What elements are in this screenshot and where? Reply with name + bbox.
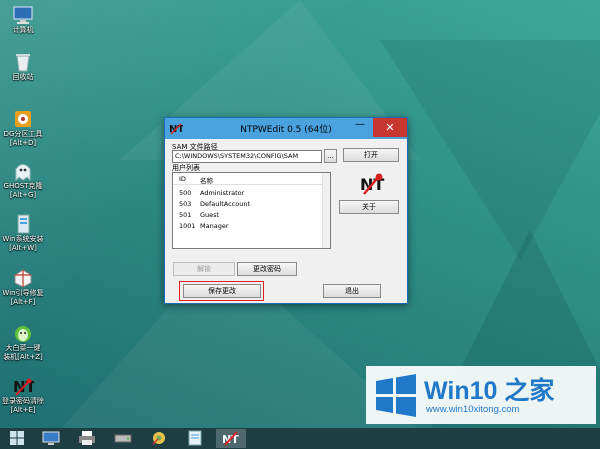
desktop-icon-label: Win系统安装 [2, 235, 44, 243]
wallpaper-facet [380, 40, 600, 260]
desktop-icon-recycle-bin[interactable]: 回收站 [0, 51, 46, 82]
user-list[interactable]: ID 名称 500 Administrator 503 DefaultAccou… [172, 172, 331, 249]
user-row[interactable]: 500 Administrator [173, 188, 330, 199]
one-key-install-icon [15, 326, 31, 342]
unlock-button[interactable]: 解锁 [173, 262, 235, 276]
taskbar-item-ntpwedit[interactable]: NT [216, 429, 246, 448]
taskbar-item-display[interactable] [36, 429, 66, 448]
recycle-bin-icon [16, 54, 30, 72]
change-password-button[interactable]: 更改密码 [237, 262, 297, 276]
sam-path-field[interactable]: C:\WINDOWS\SYSTEM32\CONFIG\SAM [172, 150, 322, 163]
taskbar: NT [0, 428, 600, 449]
computer-icon [13, 6, 33, 24]
display-icon [42, 431, 60, 445]
password-clear-icon: NT [13, 378, 34, 396]
printer-icon [79, 431, 95, 445]
start-icon [10, 431, 24, 445]
desktop-icon-shortcut: [Alt+F] [10, 298, 36, 306]
user-row[interactable]: 503 DefaultAccount [173, 199, 330, 210]
column-header-name: 名称 [200, 177, 213, 185]
taskbar-item-drive[interactable] [108, 429, 138, 448]
desktop-icon-label: 登录密码清除 [2, 397, 44, 405]
browse-button[interactable]: ... [324, 149, 337, 163]
desktop-icon-label: DG分区工具 [3, 130, 43, 138]
notepad-icon [188, 430, 202, 446]
user-name: Administrator [200, 189, 245, 197]
desktop-icon-boot-repair[interactable]: Win引导修复 [Alt+F] [0, 267, 46, 307]
watermark-brand: Win10 之家 [424, 377, 555, 405]
disk-tool-icon [15, 111, 31, 127]
windows-logo-icon [376, 374, 416, 417]
desktop-icon-label: GHOST克隆 [3, 182, 43, 190]
exit-button[interactable]: 退出 [323, 284, 381, 298]
desktop-icon-one-key-install[interactable]: 大白菜一键 装机[Alt+Z] [0, 322, 46, 362]
taskbar-item-tools[interactable] [144, 429, 174, 448]
desktop-icon-ghost[interactable]: GHOST克隆 [Alt+G] [0, 160, 46, 200]
minimize-button[interactable]: — [349, 118, 371, 137]
desktop-icon-win-install[interactable]: Win系统安装 [Alt+W] [0, 213, 46, 253]
title-bar[interactable]: NT NTPWEdit 0.5 (64位) — ✕ [165, 118, 407, 139]
user-id: 1001 [179, 222, 196, 230]
desktop-icon-label: 回收站 [12, 73, 34, 81]
desktop-icon-label: 计算机 [12, 26, 34, 34]
user-id: 503 [179, 200, 192, 208]
desktop-icon-label: 大白菜一键 [5, 344, 41, 352]
ntpwedit-window: NT NTPWEdit 0.5 (64位) — ✕ SAM 文件路径 C:\WI… [164, 117, 408, 304]
desktop-icon-shortcut: [Alt+W] [9, 244, 37, 252]
user-list-scrollbar[interactable] [322, 173, 330, 248]
about-button[interactable]: 关于 [339, 200, 399, 214]
taskbar-item-notepad[interactable] [180, 429, 210, 448]
drive-icon [114, 434, 132, 443]
win-install-icon [17, 214, 30, 234]
ntpwedit-icon: NT [222, 431, 239, 446]
desktop-icon-shortcut: [Alt+D] [9, 139, 37, 147]
highlight-box [179, 281, 264, 301]
user-id: 501 [179, 211, 192, 219]
user-id: 500 [179, 189, 192, 197]
user-row[interactable]: 501 Guest [173, 210, 330, 221]
desktop-icon-shortcut: [Alt+G] [9, 191, 37, 199]
user-row[interactable]: 1001 Manager [173, 221, 330, 232]
user-name: Guest [200, 211, 220, 219]
desktop-icon-label: Win引导修复 [2, 289, 44, 297]
desktop: 计算机 回收站 DG分区工具 [Alt+D] GHOST克隆 [Alt+G] W… [0, 0, 600, 428]
user-name: DefaultAccount [200, 200, 250, 208]
desktop-icon-shortcut: 装机[Alt+Z] [3, 353, 43, 361]
watermark: Win10 之家 www.win10xitong.com [366, 366, 596, 424]
user-name: Manager [200, 222, 229, 230]
ntpwedit-logo-icon: NT [360, 173, 384, 195]
desktop-icon-password-clear[interactable]: NT 登录密码清除 [Alt+E] [0, 375, 46, 415]
tools-icon [152, 432, 165, 445]
close-button[interactable]: ✕ [373, 118, 407, 137]
boot-repair-icon [14, 269, 32, 288]
taskbar-item-printer[interactable] [72, 429, 102, 448]
desktop-icon-computer[interactable]: 计算机 [0, 4, 46, 35]
start-button[interactable] [2, 429, 32, 448]
watermark-url: www.win10xitong.com [426, 404, 520, 415]
desktop-icon-shortcut: [Alt+E] [10, 406, 36, 414]
column-header-id: ID [179, 175, 186, 183]
user-list-header: ID 名称 [173, 173, 330, 185]
desktop-icon-disk-tool[interactable]: DG分区工具 [Alt+D] [0, 108, 46, 148]
open-button[interactable]: 打开 [343, 148, 399, 162]
ghost-icon [15, 164, 31, 182]
